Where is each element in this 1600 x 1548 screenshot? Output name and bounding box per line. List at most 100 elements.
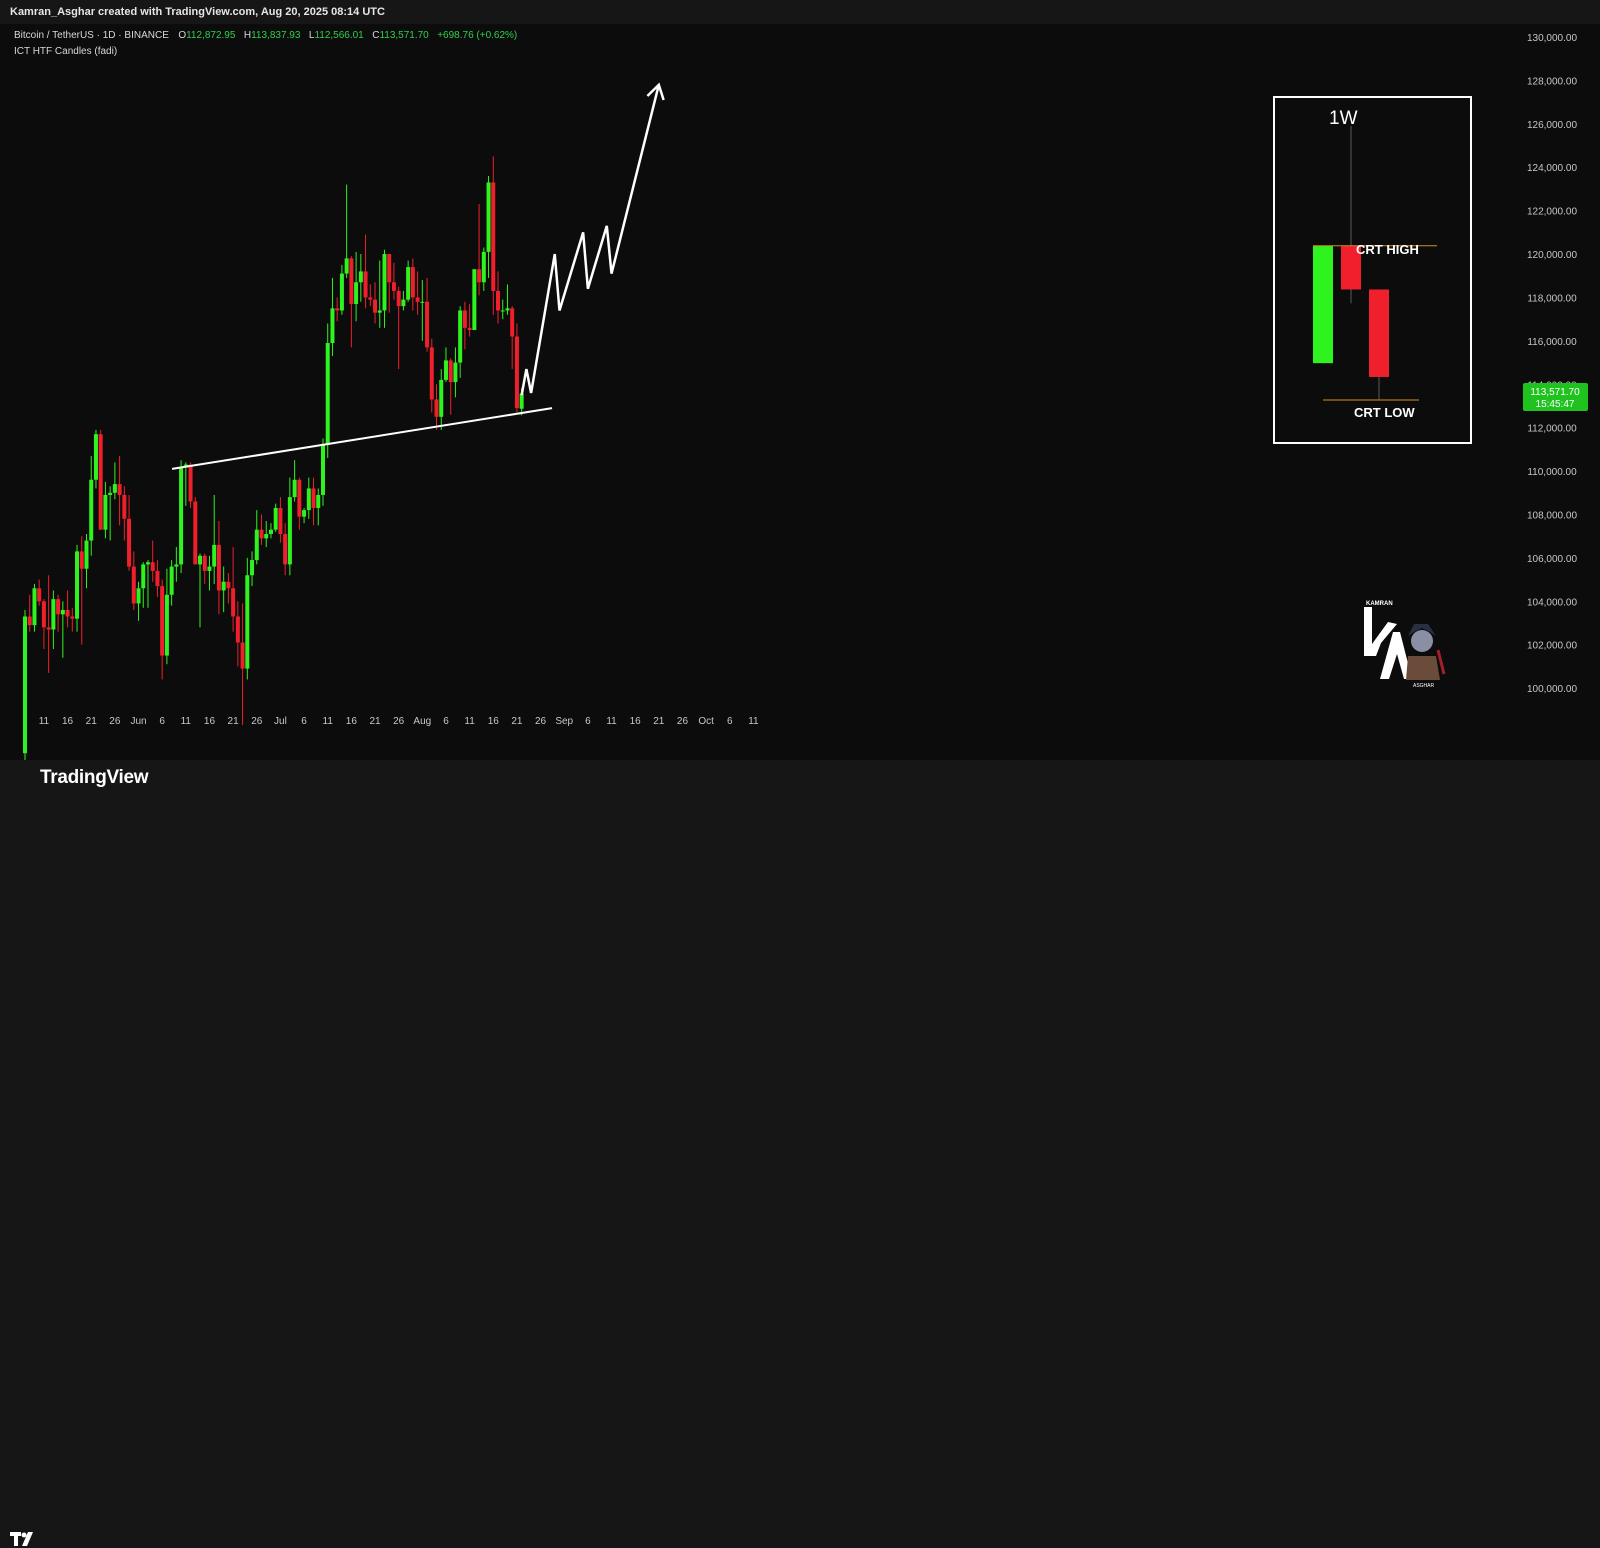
candle-body <box>221 581 226 591</box>
candle-body <box>406 267 411 300</box>
candle-body <box>75 551 80 619</box>
x-tick-label: 16 <box>204 716 216 727</box>
candle-body <box>396 290 401 307</box>
x-tick-label: 26 <box>393 716 405 727</box>
candle-body <box>325 343 330 446</box>
candle-body <box>93 434 98 480</box>
x-tick-label: Sep <box>555 716 573 727</box>
candle-body <box>316 494 321 508</box>
candle <box>179 460 184 574</box>
crt-high-label: CRT HIGH <box>1356 242 1419 257</box>
x-tick-label: 6 <box>585 716 591 727</box>
candle-body <box>391 282 396 291</box>
candle-body <box>240 642 245 669</box>
last-price-value: 113,571.70 <box>1530 387 1580 398</box>
candle-body <box>51 599 56 630</box>
candle-body <box>519 393 524 409</box>
x-tick-label: 6 <box>301 716 307 727</box>
x-tick-label: 26 <box>677 716 689 727</box>
x-tick-label: 11 <box>181 716 192 727</box>
candle-body <box>145 562 150 565</box>
y-tick-label: 130,000.00 <box>1527 33 1577 44</box>
candle-body <box>70 616 75 619</box>
candle-body <box>491 182 496 291</box>
candle-body <box>169 566 174 595</box>
footer-brand[interactable]: TradingView <box>40 764 149 792</box>
x-tick-label: 11 <box>748 716 759 727</box>
candle-body <box>268 529 273 535</box>
y-tick-label: 124,000.00 <box>1527 163 1577 174</box>
x-tick-label: 16 <box>488 716 500 727</box>
x-tick-label: 16 <box>630 716 642 727</box>
high-label: H <box>244 30 251 41</box>
symbol-label[interactable]: Bitcoin / TetherUS · 1D · BINANCE <box>14 30 169 41</box>
candle-body <box>112 484 117 493</box>
candle <box>23 609 27 760</box>
candle-body <box>108 492 113 495</box>
candle-body <box>235 616 240 643</box>
close-label: C <box>372 30 379 41</box>
candle-body <box>439 379 444 417</box>
y-tick-label: 118,000.00 <box>1527 293 1577 304</box>
candle <box>325 323 330 459</box>
candle-body <box>297 479 302 517</box>
indicator-label[interactable]: ICT HTF Candles (fadi) <box>14 46 117 57</box>
x-tick-label: Jul <box>274 716 287 727</box>
candle-body <box>117 484 122 495</box>
candle-body <box>510 308 515 337</box>
candle-body <box>330 308 335 344</box>
candle <box>32 583 37 632</box>
candle-body <box>193 501 198 565</box>
x-tick-label: 26 <box>109 716 121 727</box>
candle-body <box>198 555 203 565</box>
candle-body <box>496 290 500 311</box>
candle-body <box>60 609 65 615</box>
candle-body <box>164 594 169 656</box>
crt-low-label: CRT LOW <box>1354 405 1415 420</box>
candle-body <box>231 588 236 617</box>
candle-body <box>46 627 51 630</box>
y-tick-label: 102,000.00 <box>1527 641 1577 652</box>
candle-body <box>278 507 283 535</box>
x-tick-label: 21 <box>511 716 523 727</box>
candle <box>188 462 193 508</box>
candle-body <box>377 310 382 313</box>
candle-body <box>477 269 482 283</box>
last-price-tag[interactable]: 113,571.70 15:45:47 <box>1523 383 1588 411</box>
x-tick-label: 11 <box>323 716 334 727</box>
candle-body <box>320 445 325 495</box>
candle-body <box>505 308 510 311</box>
candle-body <box>216 544 221 591</box>
candle-body <box>56 599 61 615</box>
candle-body <box>37 588 42 602</box>
candle-body <box>188 464 193 502</box>
tradingview-logo-icon <box>10 1532 33 1546</box>
candle-body <box>84 540 89 569</box>
candle-body <box>382 254 387 311</box>
candle-body <box>448 360 453 383</box>
candle-body <box>273 507 278 530</box>
candle <box>514 323 519 413</box>
candle-body <box>32 588 37 626</box>
y-tick-label: 110,000.00 <box>1527 467 1577 478</box>
candle-body <box>339 273 344 311</box>
candle-body <box>420 301 425 303</box>
candle-body <box>89 479 94 541</box>
candle-body <box>458 310 463 363</box>
inset-candle-body <box>1369 289 1389 377</box>
candle-body <box>363 271 368 298</box>
price-chart[interactable]: 100,000.00 102,000.00 104,000.00 106,000.00… <box>0 24 1600 760</box>
y-tick-label: 120,000.00 <box>1527 250 1577 261</box>
footer-bar <box>0 760 1600 1546</box>
candle-body <box>306 488 311 511</box>
x-tick-label: 16 <box>346 716 358 727</box>
x-tick-label: 16 <box>62 716 74 727</box>
y-tick-label: 116,000.00 <box>1527 337 1577 348</box>
candle-body <box>122 494 127 519</box>
candle-body <box>259 529 264 539</box>
x-tick-label: Jun <box>130 716 146 727</box>
y-tick-label: 126,000.00 <box>1527 120 1577 131</box>
watermark-bottom: ASGHAR <box>1413 683 1435 689</box>
candle-body <box>443 360 448 380</box>
y-tick-label: 112,000.00 <box>1527 424 1577 435</box>
